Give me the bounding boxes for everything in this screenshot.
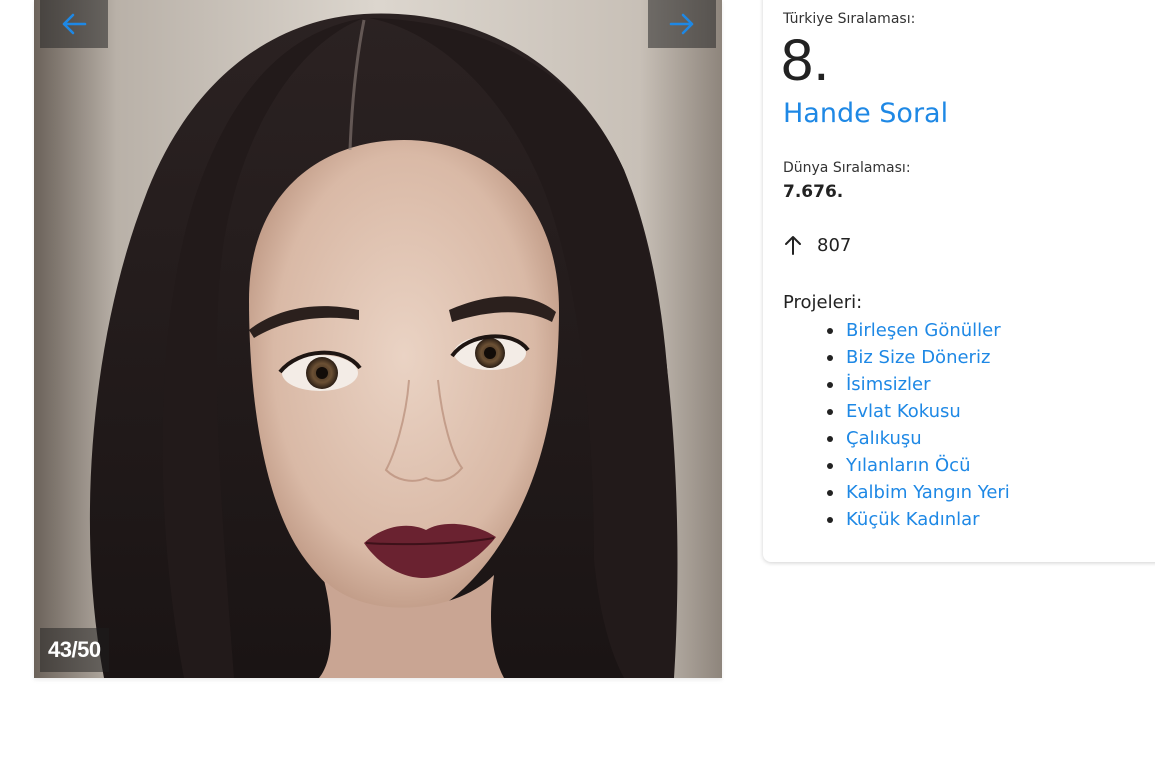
world-rank-value: 7.676. xyxy=(783,182,844,202)
project-link[interactable]: Biz Size Döneriz xyxy=(846,347,990,368)
turkey-rank-value: 8. xyxy=(781,28,830,93)
world-rank-label: Dünya Sıralaması: xyxy=(783,160,911,176)
project-link[interactable]: Kalbim Yangın Yeri xyxy=(846,482,1010,503)
rank-change: 807 xyxy=(783,234,851,256)
profile-card: Türkiye Sıralaması: 8. Hande Soral Dünya… xyxy=(763,0,1155,562)
arrow-left-icon xyxy=(62,13,87,35)
projects-list: Birleşen Gönüller Biz Size Döneriz İsims… xyxy=(827,320,1010,536)
project-link[interactable]: Birleşen Gönüller xyxy=(846,320,1001,341)
list-item: Biz Size Döneriz xyxy=(827,347,1010,374)
list-item: Yılanların Öcü xyxy=(827,455,1010,482)
projects-label: Projeleri: xyxy=(783,292,863,313)
previous-photo-button[interactable] xyxy=(40,0,108,48)
portrait-photo xyxy=(34,0,722,678)
project-link[interactable]: Evlat Kokusu xyxy=(846,401,961,422)
photo-gallery: 43/50 xyxy=(34,0,722,678)
project-link[interactable]: İsimsizler xyxy=(846,374,931,395)
photo-counter: 43/50 xyxy=(40,628,109,672)
project-link[interactable]: Çalıkuşu xyxy=(846,428,922,449)
list-item: İsimsizler xyxy=(827,374,1010,401)
rank-change-value: 807 xyxy=(817,234,852,256)
project-link[interactable]: Yılanların Öcü xyxy=(846,455,970,476)
next-photo-button[interactable] xyxy=(648,0,716,48)
list-item: Küçük Kadınlar xyxy=(827,509,1010,536)
arrow-up-icon xyxy=(785,236,801,255)
list-item: Evlat Kokusu xyxy=(827,401,1010,428)
person-name-link[interactable]: Hande Soral xyxy=(783,94,948,134)
list-item: Birleşen Gönüller xyxy=(827,320,1010,347)
project-link[interactable]: Küçük Kadınlar xyxy=(846,509,980,530)
list-item: Çalıkuşu xyxy=(827,428,1010,455)
turkey-rank-label: Türkiye Sıralaması: xyxy=(783,11,916,27)
arrow-right-icon xyxy=(669,13,694,35)
list-item: Kalbim Yangın Yeri xyxy=(827,482,1010,509)
